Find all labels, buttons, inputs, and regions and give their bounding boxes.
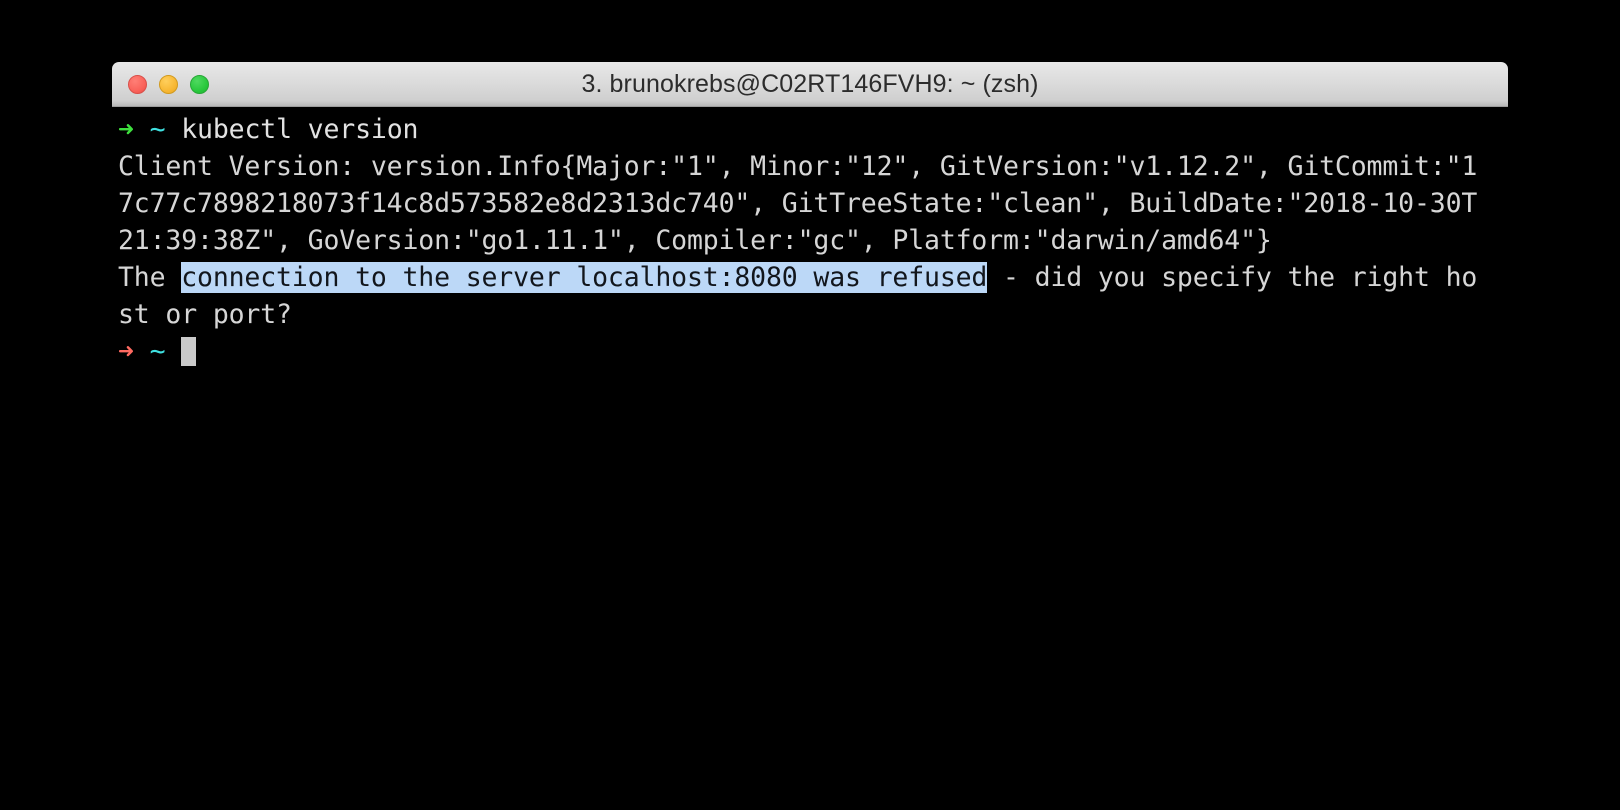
- prompt-path-tilde: ~: [149, 114, 166, 145]
- maximize-button-icon[interactable]: [190, 75, 209, 94]
- error-line-wrapped: st or port?: [118, 299, 292, 330]
- output-line: Client Version: version.Info{Major:"1", …: [118, 151, 1478, 182]
- spacer-1: [134, 114, 150, 145]
- title-bar[interactable]: 3. brunokrebs@C02RT146FVH9: ~ (zsh): [112, 62, 1508, 107]
- error-line: The connection to the server localhost:8…: [118, 259, 1620, 296]
- selected-text-highlight[interactable]: connection to the server localhost:8080 …: [181, 262, 987, 293]
- prompt-arrow-icon: ➜: [118, 336, 134, 367]
- prompt-arrow-icon: ➜: [118, 114, 134, 145]
- final-prompt-line: ➜ ~: [118, 333, 1620, 370]
- minimize-button-icon[interactable]: [159, 75, 178, 94]
- screen: 3. brunokrebs@C02RT146FVH9: ~ (zsh) ➜ ~ …: [0, 0, 1620, 810]
- command-text: kubectl version: [181, 114, 419, 145]
- spacer-2: [165, 114, 181, 145]
- close-button-icon[interactable]: [128, 75, 147, 94]
- error-suffix-text: - did you specify the right ho: [987, 262, 1478, 293]
- error-prefix-text: The: [118, 262, 182, 293]
- terminal-output-area[interactable]: ➜ ~ kubectl version Client Version: vers…: [110, 107, 1620, 810]
- text-cursor[interactable]: [181, 337, 197, 366]
- spacer-4: [165, 336, 181, 367]
- window-title: 3. brunokrebs@C02RT146FVH9: ~ (zsh): [581, 69, 1039, 98]
- traffic-lights-group: [128, 62, 209, 107]
- prompt-path-tilde: ~: [149, 336, 166, 367]
- output-line: 21:39:38Z", GoVersion:"go1.11.1", Compil…: [118, 225, 1272, 256]
- output-line: 7c77c7898218073f14c8d573582e8d2313dc740"…: [118, 188, 1478, 219]
- spacer-3: [134, 336, 150, 367]
- command-line: ➜ ~ kubectl version: [118, 111, 1620, 148]
- terminal-window: 3. brunokrebs@C02RT146FVH9: ~ (zsh) ➜ ~ …: [110, 62, 1620, 810]
